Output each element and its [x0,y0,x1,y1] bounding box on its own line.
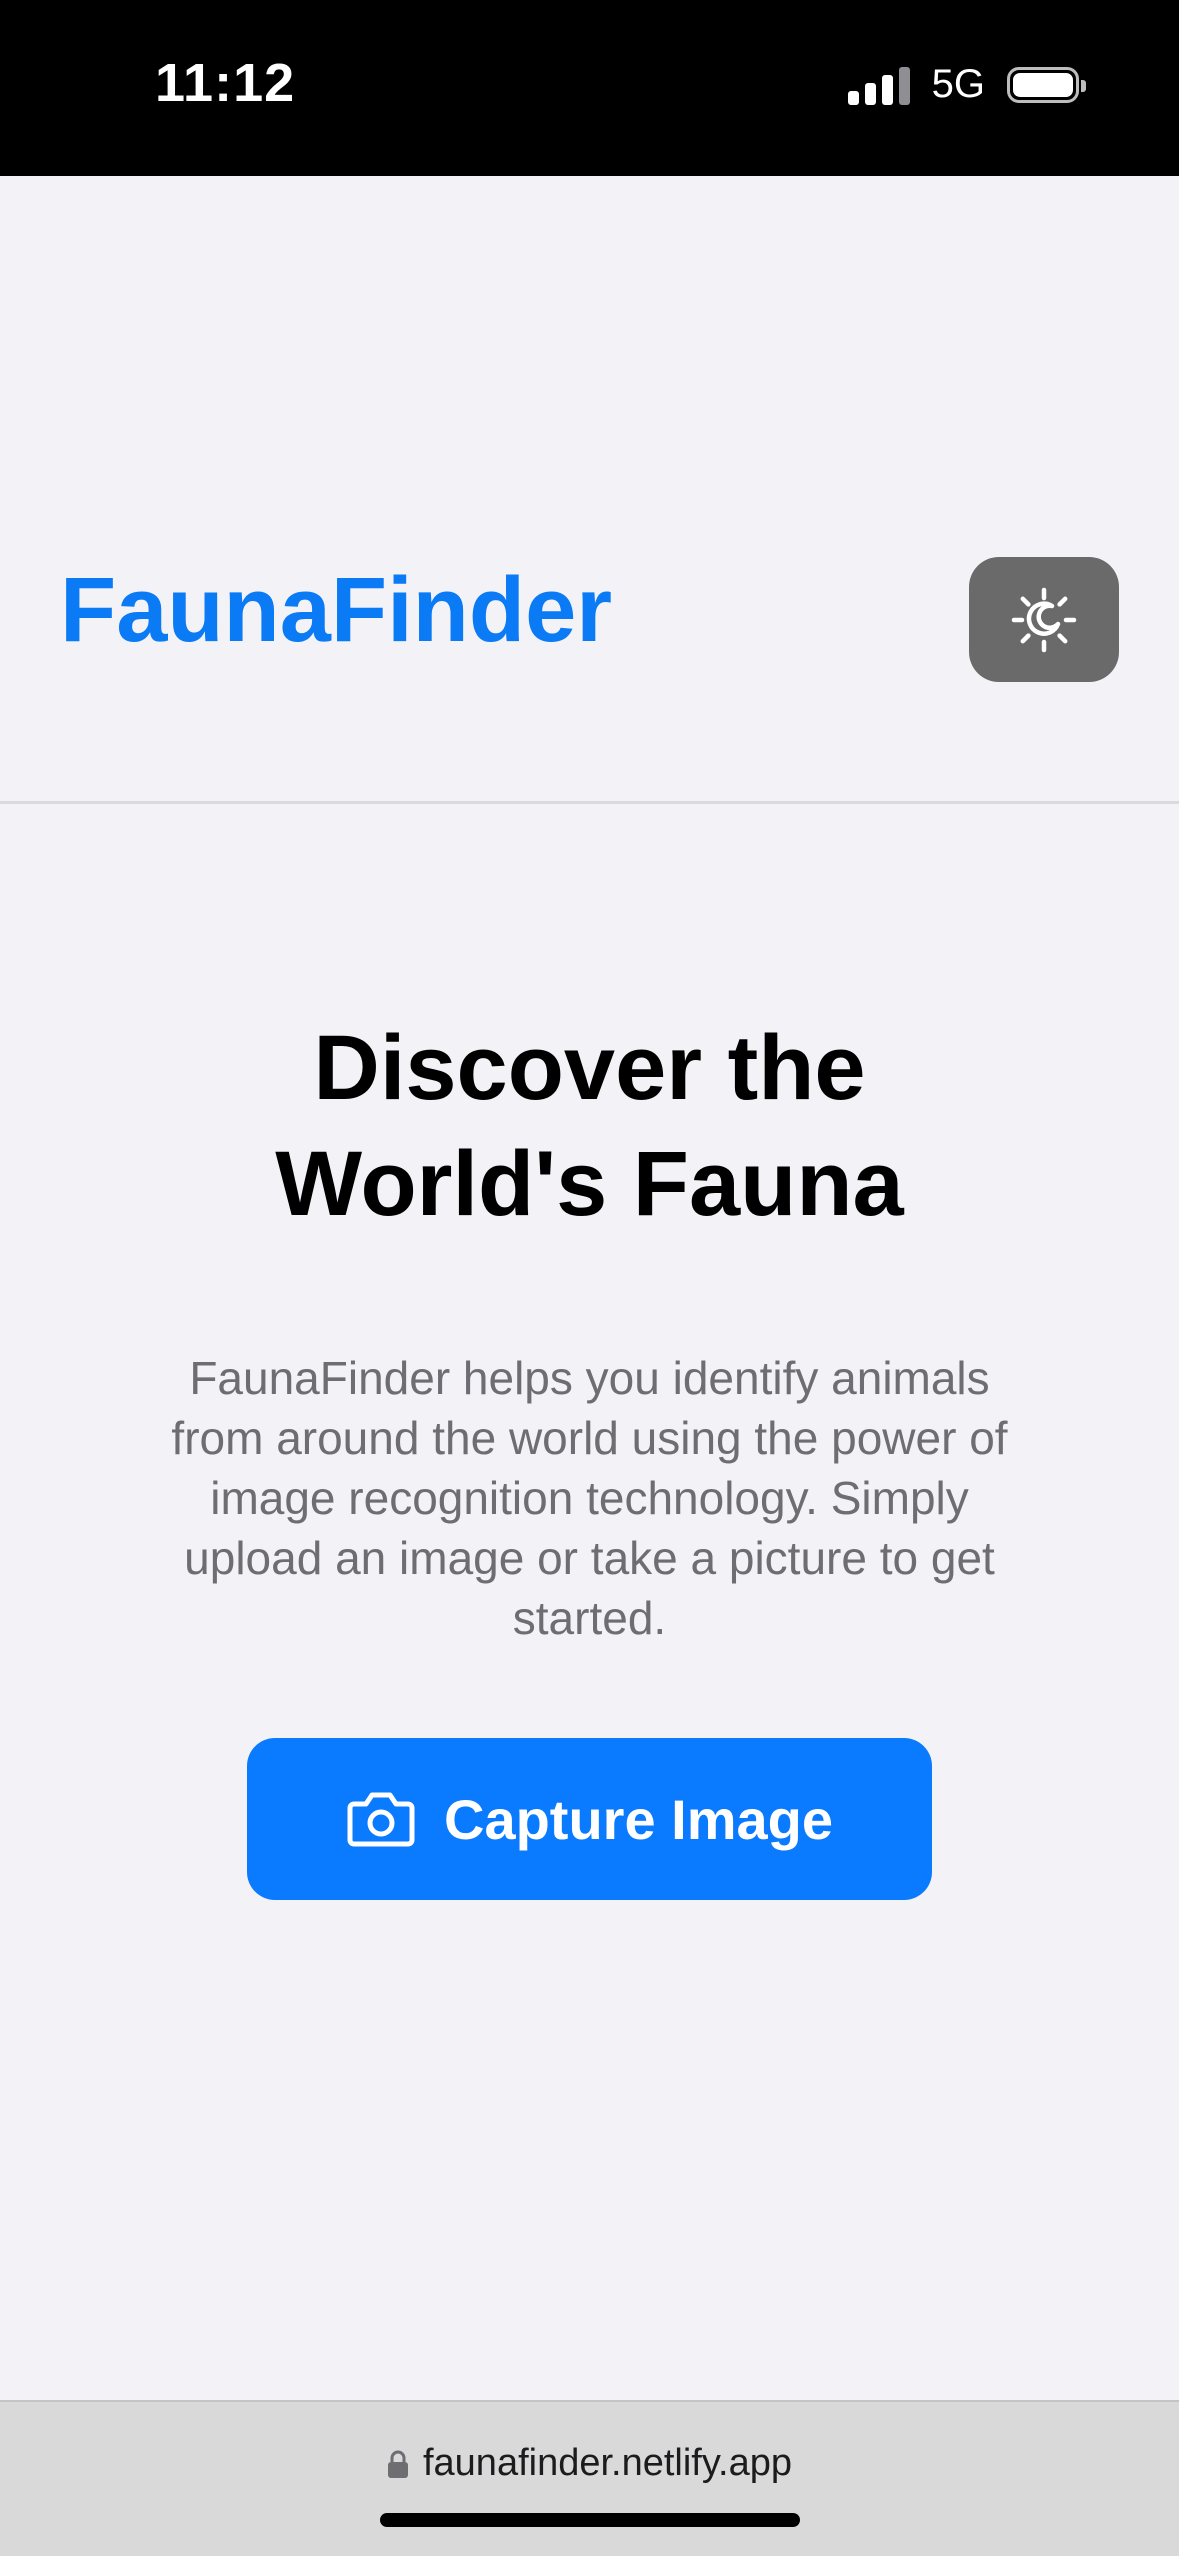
camera-icon [347,1792,415,1847]
brand-logo[interactable]: FaunaFinder [60,564,612,656]
app-screen: 11:12 5G FaunaFinder Discover the World'… [0,0,1179,2556]
battery-icon [1007,66,1086,103]
url-text: faunafinder.netlify.app [422,2442,792,2484]
status-bar: 11:12 5G [0,0,1179,176]
sun-moon-icon [1011,587,1077,652]
theme-toggle-button[interactable] [969,557,1119,682]
status-indicators: 5G [847,62,1086,107]
signal-icon [847,65,910,105]
hero-title-line1: Discover the [313,1017,866,1119]
url-display[interactable]: faunafinder.netlify.app [0,2442,1179,2485]
network-type: 5G [931,62,985,106]
status-time: 11:12 [155,53,296,113]
lock-icon [387,2450,408,2478]
hero-description: FaunaFinder helps you identify animals f… [171,1352,1008,1644]
capture-button-label: Capture Image [444,1787,833,1851]
hero-title: Discover the World's Fauna [0,1010,1179,1242]
hero-title-line2: World's Fauna [275,1133,904,1235]
home-indicator[interactable] [380,2513,800,2527]
capture-image-button[interactable]: Capture Image [247,1738,932,1900]
app-header: FaunaFinder [0,176,1179,804]
browser-url-bar[interactable]: faunafinder.netlify.app [0,2400,1179,2556]
